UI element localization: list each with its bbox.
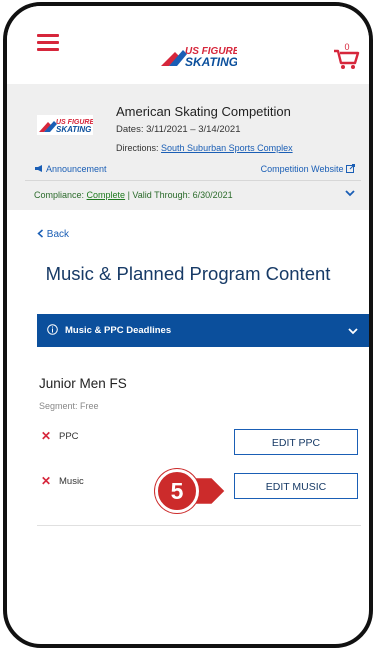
competition-directions: Directions: South Suburban Sports Comple…	[116, 143, 293, 153]
svg-text:SKATING: SKATING	[56, 125, 91, 134]
x-icon: ✕	[41, 429, 52, 443]
back-link[interactable]: Back	[37, 229, 69, 240]
us-figure-skating-logo[interactable]: US FIGURE SKATING	[159, 42, 240, 70]
event-segment: Segment: Free	[39, 401, 99, 411]
chevron-down-icon	[348, 328, 358, 335]
competition-name: American Skating Competition	[116, 104, 291, 119]
section-divider	[37, 525, 361, 526]
music-label: Music	[59, 476, 84, 487]
external-link-icon	[346, 164, 355, 173]
compliance-status: Compliance: Complete | Valid Through: 6/…	[34, 190, 233, 200]
compliance-complete-link[interactable]: Complete	[87, 190, 126, 200]
deadlines-label: Music & PPC Deadlines	[65, 325, 172, 336]
edit-music-button[interactable]: EDIT MUSIC	[234, 473, 358, 499]
announcement-label: Announcement	[46, 164, 107, 174]
info-icon	[47, 324, 58, 335]
chevron-left-icon	[37, 229, 43, 238]
megaphone-icon	[35, 165, 42, 172]
directions-label: Directions:	[116, 143, 159, 153]
page-title: Music & Planned Program Content	[45, 263, 331, 284]
valid-through: | Valid Through: 6/30/2021	[127, 190, 233, 200]
top-bar: US FIGURE SKATING 0	[7, 6, 369, 84]
competition-logo: US FIGURE SKATING	[37, 115, 94, 135]
directions-link[interactable]: South Suburban Sports Complex	[161, 143, 293, 153]
compliance-prefix: Compliance:	[34, 190, 85, 200]
edit-ppc-button[interactable]: EDIT PPC	[234, 429, 358, 455]
competition-website-link[interactable]: Competition Website	[261, 164, 355, 174]
announcement-link[interactable]: Announcement	[34, 164, 107, 174]
website-label: Competition Website	[260, 164, 344, 174]
competition-dates: Dates: 3/11/2021 – 3/14/2021	[116, 124, 241, 135]
cart-icon[interactable]: 0	[332, 41, 360, 71]
step-number-badge: 5	[155, 469, 199, 513]
x-icon: ✕	[41, 474, 52, 488]
event-name: Junior Men FS	[39, 376, 127, 391]
ppc-label: PPC	[59, 431, 79, 442]
svg-text:SKATING: SKATING	[185, 55, 237, 69]
chevron-down-icon[interactable]	[345, 188, 355, 198]
competition-info-panel: US FIGURE SKATING American Skating Compe…	[7, 84, 369, 210]
phone-frame: US FIGURE SKATING 0 US FIGURE SKATING Am…	[3, 2, 373, 648]
panel-divider	[25, 180, 361, 181]
deadlines-accordion[interactable]: Music & PPC Deadlines	[37, 314, 369, 347]
cart-count: 0	[344, 42, 349, 52]
hamburger-icon[interactable]	[37, 34, 59, 52]
back-label: Back	[46, 229, 70, 240]
